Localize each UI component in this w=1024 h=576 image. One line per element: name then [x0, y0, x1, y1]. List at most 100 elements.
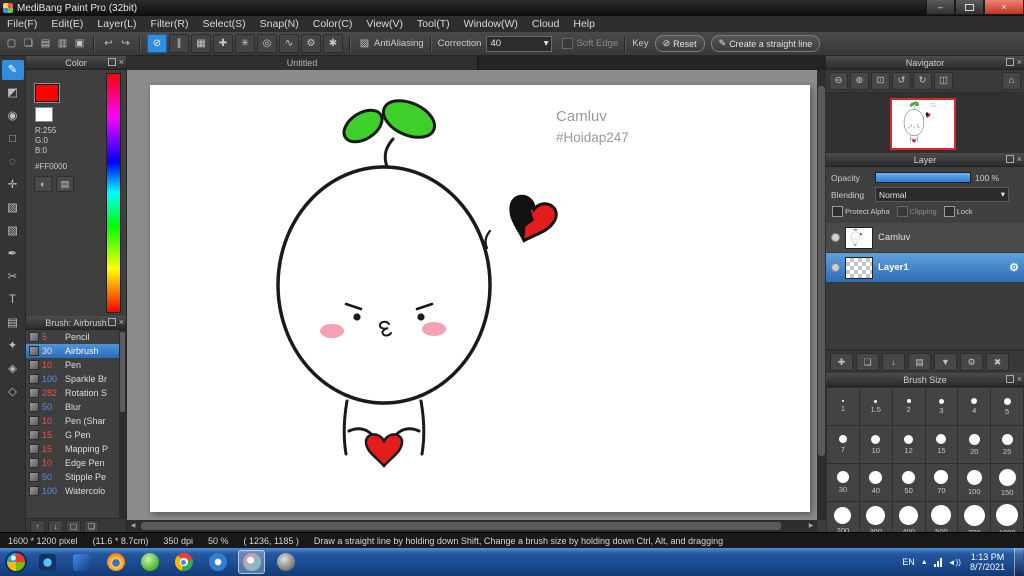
- shape-brush-tool[interactable]: ◈: [2, 359, 24, 379]
- brush-size-option[interactable]: 40: [859, 464, 892, 501]
- publish-file-icon[interactable]: ▣: [72, 36, 87, 51]
- brush-item-mapping[interactable]: 15 Mapping P: [26, 442, 119, 456]
- float-panel-icon[interactable]: [107, 318, 116, 326]
- new-file-icon[interactable]: ▢: [4, 36, 19, 51]
- soft-edge-checkbox[interactable]: [562, 38, 574, 49]
- redo-icon[interactable]: ↪: [118, 36, 133, 51]
- brush-item-gpen[interactable]: 15 G Pen: [26, 428, 119, 442]
- menu-filter[interactable]: Filter(R): [144, 16, 196, 32]
- brush-item-airbrush[interactable]: 30 Airbrush: [26, 344, 119, 358]
- clock[interactable]: 1:13 PM 8/7/2021: [970, 552, 1005, 573]
- delete-layer-icon[interactable]: ✖: [986, 353, 1009, 371]
- coccoc-taskbar-icon[interactable]: [204, 550, 231, 574]
- close-panel-icon[interactable]: ×: [1017, 58, 1022, 67]
- brush-list-scrollbar[interactable]: [119, 330, 126, 518]
- brush-size-option[interactable]: 3: [925, 388, 958, 425]
- minimize-button[interactable]: –: [926, 0, 955, 15]
- float-panel-icon[interactable]: [1005, 155, 1014, 163]
- brush-size-option[interactable]: 100: [958, 464, 991, 501]
- layer-row-layer1[interactable]: Layer1 ⚙: [826, 253, 1024, 283]
- color-wheel-icon[interactable]: ◐: [34, 176, 52, 192]
- cross-snap-icon[interactable]: ✚: [213, 34, 233, 53]
- eyedropper-tool[interactable]: ✦: [2, 336, 24, 356]
- brush-item-sparkle[interactable]: 100 Sparkle Br: [26, 372, 119, 386]
- layer-settings-gear-icon[interactable]: ⚙: [1009, 261, 1019, 274]
- circle-snap-icon[interactable]: ◎: [257, 34, 277, 53]
- grid-snap-icon[interactable]: ▦: [191, 34, 211, 53]
- brush-size-option[interactable]: 5: [991, 388, 1023, 425]
- menu-file[interactable]: File(F): [0, 16, 44, 32]
- explorer-taskbar-icon[interactable]: [68, 550, 95, 574]
- brush-item-watercolor[interactable]: 100 Watercolo: [26, 484, 119, 498]
- start-button[interactable]: [5, 551, 27, 573]
- brush-size-option[interactable]: 150: [991, 464, 1023, 501]
- undo-icon[interactable]: ↩: [101, 36, 116, 51]
- blending-select[interactable]: Normal ▾: [875, 187, 1009, 202]
- brush-item-edge-pen[interactable]: 10 Edge Pen: [26, 456, 119, 470]
- scrollbar-thumb[interactable]: [141, 522, 781, 530]
- menu-select[interactable]: Select(S): [195, 16, 252, 32]
- flip-view-icon[interactable]: ◫: [934, 72, 953, 90]
- medibang-taskbar-icon[interactable]: [238, 550, 265, 574]
- reset-view-icon[interactable]: ⌂: [1002, 72, 1021, 90]
- brush-item-blur[interactable]: 50 Blur: [26, 400, 119, 414]
- gimp-taskbar-icon[interactable]: [272, 550, 299, 574]
- hue-bar[interactable]: [106, 73, 121, 313]
- antialiasing-icon[interactable]: ▨: [357, 36, 372, 51]
- move-tool[interactable]: ✛: [2, 175, 24, 195]
- clipping-checkbox[interactable]: [896, 206, 908, 217]
- zoom-out-icon[interactable]: ⊖: [829, 72, 848, 90]
- navigator-thumbnail[interactable]: [890, 98, 956, 150]
- float-panel-icon[interactable]: [107, 58, 116, 66]
- close-panel-icon[interactable]: ×: [1017, 155, 1022, 164]
- brush-tool[interactable]: ✎: [1, 60, 24, 80]
- brush-item-stipple[interactable]: 50 Stipple Pe: [26, 470, 119, 484]
- reset-button[interactable]: ⊘ Reset: [654, 35, 705, 52]
- brush-size-option[interactable]: 10: [859, 426, 892, 463]
- brush-size-option[interactable]: 4: [958, 388, 991, 425]
- scroll-right-icon[interactable]: ▶: [805, 520, 817, 532]
- scrollbar-thumb[interactable]: [818, 86, 825, 456]
- text-tool[interactable]: T: [2, 290, 24, 310]
- firefox-taskbar-icon[interactable]: [102, 550, 129, 574]
- layer-visibility-toggle[interactable]: [831, 233, 840, 242]
- brush-item-pen[interactable]: 10 Pen: [26, 358, 119, 372]
- close-panel-icon[interactable]: ×: [119, 58, 124, 67]
- close-button[interactable]: ×: [984, 0, 1024, 15]
- brush-size-option[interactable]: 25: [991, 426, 1023, 463]
- network-icon[interactable]: [933, 557, 942, 567]
- volume-icon[interactable]: ◄)): [948, 558, 961, 567]
- snap-settings-icon[interactable]: ⚙: [301, 34, 321, 53]
- hand-tool[interactable]: ◇: [2, 382, 24, 402]
- brush-item-pen-sharp[interactable]: 10 Pen (Shar: [26, 414, 119, 428]
- close-panel-icon[interactable]: ×: [119, 318, 124, 327]
- canvas-vertical-scrollbar[interactable]: [817, 70, 826, 520]
- radial-snap-icon[interactable]: ✳: [235, 34, 255, 53]
- close-panel-icon[interactable]: ×: [1017, 375, 1022, 384]
- brush-size-option[interactable]: 1.5: [859, 388, 892, 425]
- show-desktop-button[interactable]: [1014, 548, 1023, 576]
- drawing-canvas[interactable]: [150, 85, 810, 512]
- zoom-in-icon[interactable]: ⊕: [850, 72, 869, 90]
- menu-color[interactable]: Color(C): [306, 16, 360, 32]
- green-app-taskbar-icon[interactable]: [136, 550, 163, 574]
- brush-size-option[interactable]: 7: [827, 426, 859, 463]
- menu-view[interactable]: View(V): [359, 16, 410, 32]
- menu-snap[interactable]: Snap(N): [253, 16, 306, 32]
- brush-size-option[interactable]: 30: [827, 464, 859, 501]
- canvas-viewport[interactable]: [127, 70, 817, 520]
- layer-row-camluv[interactable]: Camluv: [826, 223, 1024, 253]
- folder-layer-icon[interactable]: ▤: [908, 353, 931, 371]
- snap-more-icon[interactable]: ✱: [323, 34, 343, 53]
- menu-edit[interactable]: Edit(E): [44, 16, 90, 32]
- brush-item-rotation[interactable]: 282 Rotation S: [26, 386, 119, 400]
- brush-size-option[interactable]: 15: [925, 426, 958, 463]
- float-panel-icon[interactable]: [1005, 58, 1014, 66]
- brush-size-option[interactable]: 70: [925, 464, 958, 501]
- rotate-left-icon[interactable]: ↺: [892, 72, 911, 90]
- curve-snap-icon[interactable]: ∿: [279, 34, 299, 53]
- lock-checkbox[interactable]: [943, 206, 955, 217]
- select-eraser-tool[interactable]: ✂: [2, 267, 24, 287]
- float-panel-icon[interactable]: [1005, 375, 1014, 383]
- opacity-slider[interactable]: [875, 172, 971, 183]
